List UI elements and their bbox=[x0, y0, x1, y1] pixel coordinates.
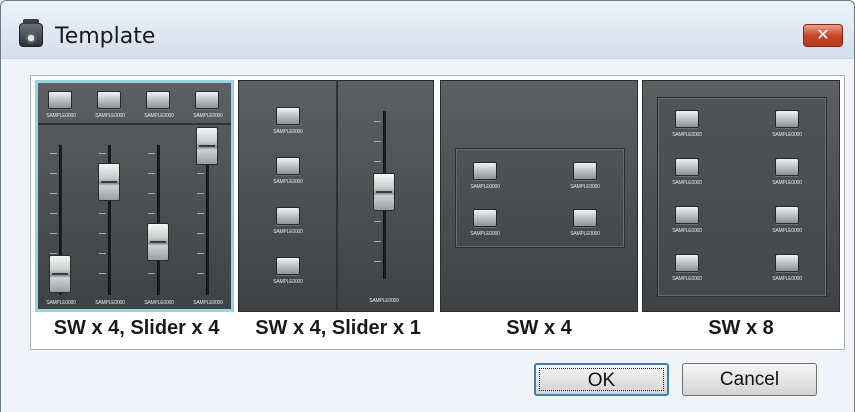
template-sw4-slider1[interactable]: SAMPLE0000 SAMPLE0000 SAMPLE0000 SAMPLE0… bbox=[238, 80, 434, 312]
slider-track bbox=[157, 145, 160, 295]
switch-label: SAMPLE0000 bbox=[193, 113, 223, 119]
switch-thumbnail bbox=[276, 107, 300, 125]
template-caption: SW x 4, Slider x 4 bbox=[53, 317, 220, 339]
switch-label: SAMPLE0000 bbox=[772, 132, 802, 138]
switch-thumbnail bbox=[675, 158, 699, 176]
switch-label: SAMPLE0000 bbox=[273, 129, 303, 135]
slider-knob bbox=[196, 127, 218, 165]
switch-label: SAMPLE0000 bbox=[672, 180, 702, 186]
switch-label: SAMPLE0000 bbox=[273, 279, 303, 285]
switch-group: SAMPLE0000 SAMPLE0000 SAMPLE0000 SAMPLE0… bbox=[455, 148, 625, 248]
slider-label: SAMPLE0000 bbox=[46, 300, 76, 306]
template-caption: SW x 4 bbox=[506, 317, 572, 339]
switch-label: SAMPLE0000 bbox=[273, 179, 303, 185]
switch-thumbnail bbox=[195, 91, 219, 109]
slider-knob bbox=[373, 173, 395, 211]
window-title: Template bbox=[55, 24, 156, 49]
switch-thumbnail bbox=[48, 91, 72, 109]
switch-thumbnail bbox=[573, 162, 597, 180]
switch-label: SAMPLE0000 bbox=[772, 228, 802, 234]
switch-thumbnail bbox=[573, 209, 597, 227]
switch-thumbnail bbox=[775, 110, 799, 128]
slider-label: SAMPLE0000 bbox=[144, 300, 174, 306]
switch-thumbnail bbox=[675, 110, 699, 128]
switch-label: SAMPLE0000 bbox=[95, 113, 125, 119]
switch-label: SAMPLE0000 bbox=[672, 132, 702, 138]
switch-thumbnail bbox=[473, 162, 497, 180]
slider-label: SAMPLE0000 bbox=[369, 298, 399, 304]
switch-label: SAMPLE0000 bbox=[144, 113, 174, 119]
switch-label: SAMPLE0000 bbox=[672, 228, 702, 234]
switch-thumbnail bbox=[675, 206, 699, 224]
switch-thumbnail bbox=[146, 91, 170, 109]
cancel-button[interactable]: Cancel bbox=[682, 363, 817, 396]
slider-knob bbox=[49, 255, 71, 293]
slider-knob bbox=[147, 223, 169, 261]
switch-label: SAMPLE0000 bbox=[672, 276, 702, 282]
title-bar[interactable]: Template ✕ bbox=[1, 1, 854, 59]
switch-label: SAMPLE0000 bbox=[772, 276, 802, 282]
template-sw8[interactable]: SAMPLE0000 SAMPLE0000 SAMPLE0000 SAMPLE0… bbox=[642, 80, 840, 312]
template-caption: SW x 8 bbox=[708, 317, 774, 339]
switch-thumbnail bbox=[473, 209, 497, 227]
ok-button[interactable]: OK bbox=[534, 363, 669, 396]
switch-thumbnail bbox=[775, 158, 799, 176]
slider-knob bbox=[98, 163, 120, 201]
slider-label: SAMPLE0000 bbox=[95, 300, 125, 306]
template-sw4[interactable]: SAMPLE0000 SAMPLE0000 SAMPLE0000 SAMPLE0… bbox=[440, 80, 638, 312]
focus-rectangle bbox=[539, 368, 664, 391]
switch-label: SAMPLE0000 bbox=[470, 231, 500, 237]
switch-thumbnail bbox=[675, 254, 699, 272]
switch-label: SAMPLE0000 bbox=[570, 231, 600, 237]
template-caption: SW x 4, Slider x 1 bbox=[255, 317, 421, 339]
switch-label: SAMPLE0000 bbox=[273, 229, 303, 235]
close-button[interactable]: ✕ bbox=[803, 24, 843, 47]
app-icon bbox=[19, 19, 43, 47]
switch-label: SAMPLE0000 bbox=[470, 184, 500, 190]
switch-thumbnail bbox=[276, 257, 300, 275]
switch-label: SAMPLE0000 bbox=[46, 113, 76, 119]
switch-thumbnail bbox=[97, 91, 121, 109]
cancel-button-label: Cancel bbox=[719, 369, 780, 390]
switch-group: SAMPLE0000 SAMPLE0000 SAMPLE0000 SAMPLE0… bbox=[657, 97, 827, 297]
switch-thumbnail bbox=[276, 207, 300, 225]
slider-label: SAMPLE0000 bbox=[193, 300, 223, 306]
template-sw4-slider4[interactable]: SAMPLE0000 SAMPLE0000 SAMPLE0000 SAMPLE0… bbox=[35, 80, 234, 312]
switch-label: SAMPLE0000 bbox=[772, 180, 802, 186]
switch-thumbnail bbox=[775, 254, 799, 272]
switch-thumbnail bbox=[276, 157, 300, 175]
switch-label: SAMPLE0000 bbox=[570, 184, 600, 190]
switch-thumbnail bbox=[775, 206, 799, 224]
